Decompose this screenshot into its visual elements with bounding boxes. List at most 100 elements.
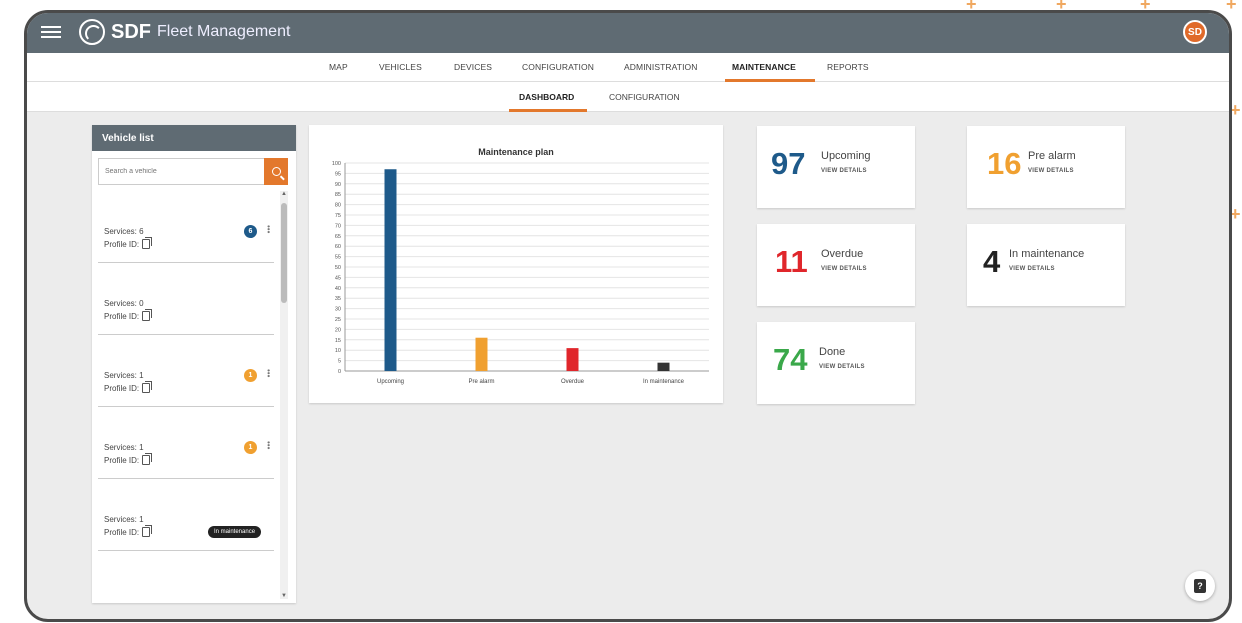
vehicle-items: Services: 6 Profile ID: 6 ••• Services: … [92,191,280,551]
profile-id: Profile ID: [104,237,153,249]
y-tick-label: 80 [335,203,341,209]
y-tick-label: 50 [335,265,341,271]
vehicle-item[interactable]: Services: 0 Profile ID: [98,263,274,335]
more-options-icon[interactable]: ••• [264,441,273,449]
user-avatar[interactable]: SD [1183,20,1207,44]
stat-number: 97 [771,146,806,181]
x-tick-label: In maintenance [643,379,685,385]
help-button[interactable]: ? [1185,571,1215,601]
vehicle-list-scrollbar[interactable]: ▲ ▼ [280,191,288,599]
vehicle-list-title: Vehicle list [92,125,296,151]
subtab-dashboard[interactable]: DASHBOARD [519,92,574,102]
profile-label: Profile ID: [104,311,140,321]
y-tick-label: 10 [335,348,341,354]
y-tick-label: 20 [335,327,341,333]
y-tick-label: 5 [338,359,341,365]
maintenance-plan-chart: 0 5 10 15 20 25 30 35 40 45 50 55 60 65 70 75 80 85 90 95 10… [332,161,709,385]
stat-card-pre-alarm[interactable]: 16 Pre alarm VIEW DETAILS [967,126,1125,208]
stat-number: 4 [983,244,1001,279]
y-tick-label: 15 [335,338,341,344]
services-count: Services: 0 [104,299,144,308]
menu-icon[interactable] [41,23,61,41]
profile-label: Profile ID: [104,527,140,537]
scrollbar-thumb[interactable] [281,203,287,303]
view-details-link[interactable]: VIEW DETAILS [821,168,867,174]
vehicle-item[interactable]: Services: 1 Profile ID: 1 ••• [98,335,274,407]
view-details-link[interactable]: VIEW DETAILS [1028,168,1074,174]
stat-label: In maintenance [1009,248,1085,260]
app-logo: SDF Fleet Management [79,19,290,45]
vehicle-item[interactable]: Services: 6 Profile ID: 6 ••• [98,191,274,263]
y-tick-label: 90 [335,182,341,188]
services-count: Services: 6 [104,227,144,236]
subtab-configuration[interactable]: CONFIGURATION [609,92,680,102]
tab-devices[interactable]: DEVICES [454,62,492,72]
y-tick-label: 65 [335,234,341,240]
logo-mark-icon [79,19,105,45]
logo-brand: SDF [111,20,151,43]
maintenance-plan-card: Maintenance plan 0 5 10 15 20 25 30 35 40 45 50 55 6… [309,125,723,403]
tab-administration[interactable]: ADMINISTRATION [624,62,698,72]
y-tick-label: 30 [335,307,341,313]
copy-icon[interactable] [142,237,153,249]
services-count: Services: 1 [104,515,144,524]
services-badge: 1 [244,441,257,454]
tab-maintenance[interactable]: MAINTENANCE [732,62,796,72]
stat-card-done[interactable]: 74 Done VIEW DETAILS [757,322,915,404]
y-tick-label: 75 [335,213,341,219]
profile-label: Profile ID: [104,383,140,393]
services-badge: 1 [244,369,257,382]
copy-icon[interactable] [142,381,153,393]
profile-id: Profile ID: [104,309,153,321]
more-options-icon[interactable]: ••• [264,369,273,377]
y-tick-label: 70 [335,223,341,229]
y-tick-label: 60 [335,244,341,250]
stat-card-upcoming[interactable]: 97 Upcoming VIEW DETAILS [757,126,915,208]
top-bar: SDF Fleet Management SD [27,13,1229,53]
vehicle-item[interactable]: Services: 1 Profile ID: In maintenance [98,479,274,551]
copy-icon[interactable] [142,309,153,321]
sub-nav: DASHBOARD CONFIGURATION [27,82,1229,112]
services-count: Services: 1 [104,371,144,380]
profile-id: Profile ID: [104,381,153,393]
view-details-link[interactable]: VIEW DETAILS [821,266,867,272]
tab-reports[interactable]: REPORTS [827,62,869,72]
copy-icon[interactable] [142,453,153,465]
view-details-link[interactable]: VIEW DETAILS [1009,266,1055,272]
profile-label: Profile ID: [104,239,140,249]
services-count: Services: 1 [104,443,144,452]
stat-label: Done [819,346,846,358]
vehicle-list-panel: Vehicle list Services: 6 Profile ID: 6 •… [92,125,296,603]
vehicle-item[interactable]: Services: 1 Profile ID: 1 ••• [98,407,274,479]
logo-product: Fleet Management [157,23,291,40]
y-tick-label: 85 [335,192,341,198]
stat-label: Overdue [821,248,864,260]
bar-overdue [566,348,579,371]
tab-vehicles[interactable]: VEHICLES [379,62,422,72]
stat-number: 16 [987,146,1022,181]
help-icon: ? [1194,579,1206,593]
stat-label: Upcoming [821,150,871,162]
stat-card-in-maintenance[interactable]: 4 In maintenance VIEW DETAILS [967,224,1125,306]
more-options-icon[interactable]: ••• [264,225,273,233]
y-tick-label: 25 [335,317,341,323]
copy-icon[interactable] [142,525,153,537]
y-tick-label: 100 [332,161,341,167]
stat-number: 11 [775,244,808,279]
y-tick-label: 35 [335,296,341,302]
tab-configuration[interactable]: CONFIGURATION [522,62,594,72]
view-details-link[interactable]: VIEW DETAILS [819,364,865,370]
services-badge: 6 [244,225,257,238]
stat-card-overdue[interactable]: 11 Overdue VIEW DETAILS [757,224,915,306]
main-nav: MAP VEHICLES DEVICES CONFIGURATION ADMIN… [27,53,1229,82]
scroll-down-icon[interactable]: ▼ [281,593,287,599]
scroll-up-icon[interactable]: ▲ [281,191,287,197]
x-tick-label: Overdue [561,379,585,385]
status-badge: In maintenance [208,526,262,538]
profile-label: Profile ID: [104,455,140,465]
tab-map[interactable]: MAP [329,62,348,72]
search-button[interactable] [264,158,288,185]
search-icon [271,167,281,176]
y-tick-label: 55 [335,255,341,261]
vehicle-search-input[interactable] [98,158,268,185]
